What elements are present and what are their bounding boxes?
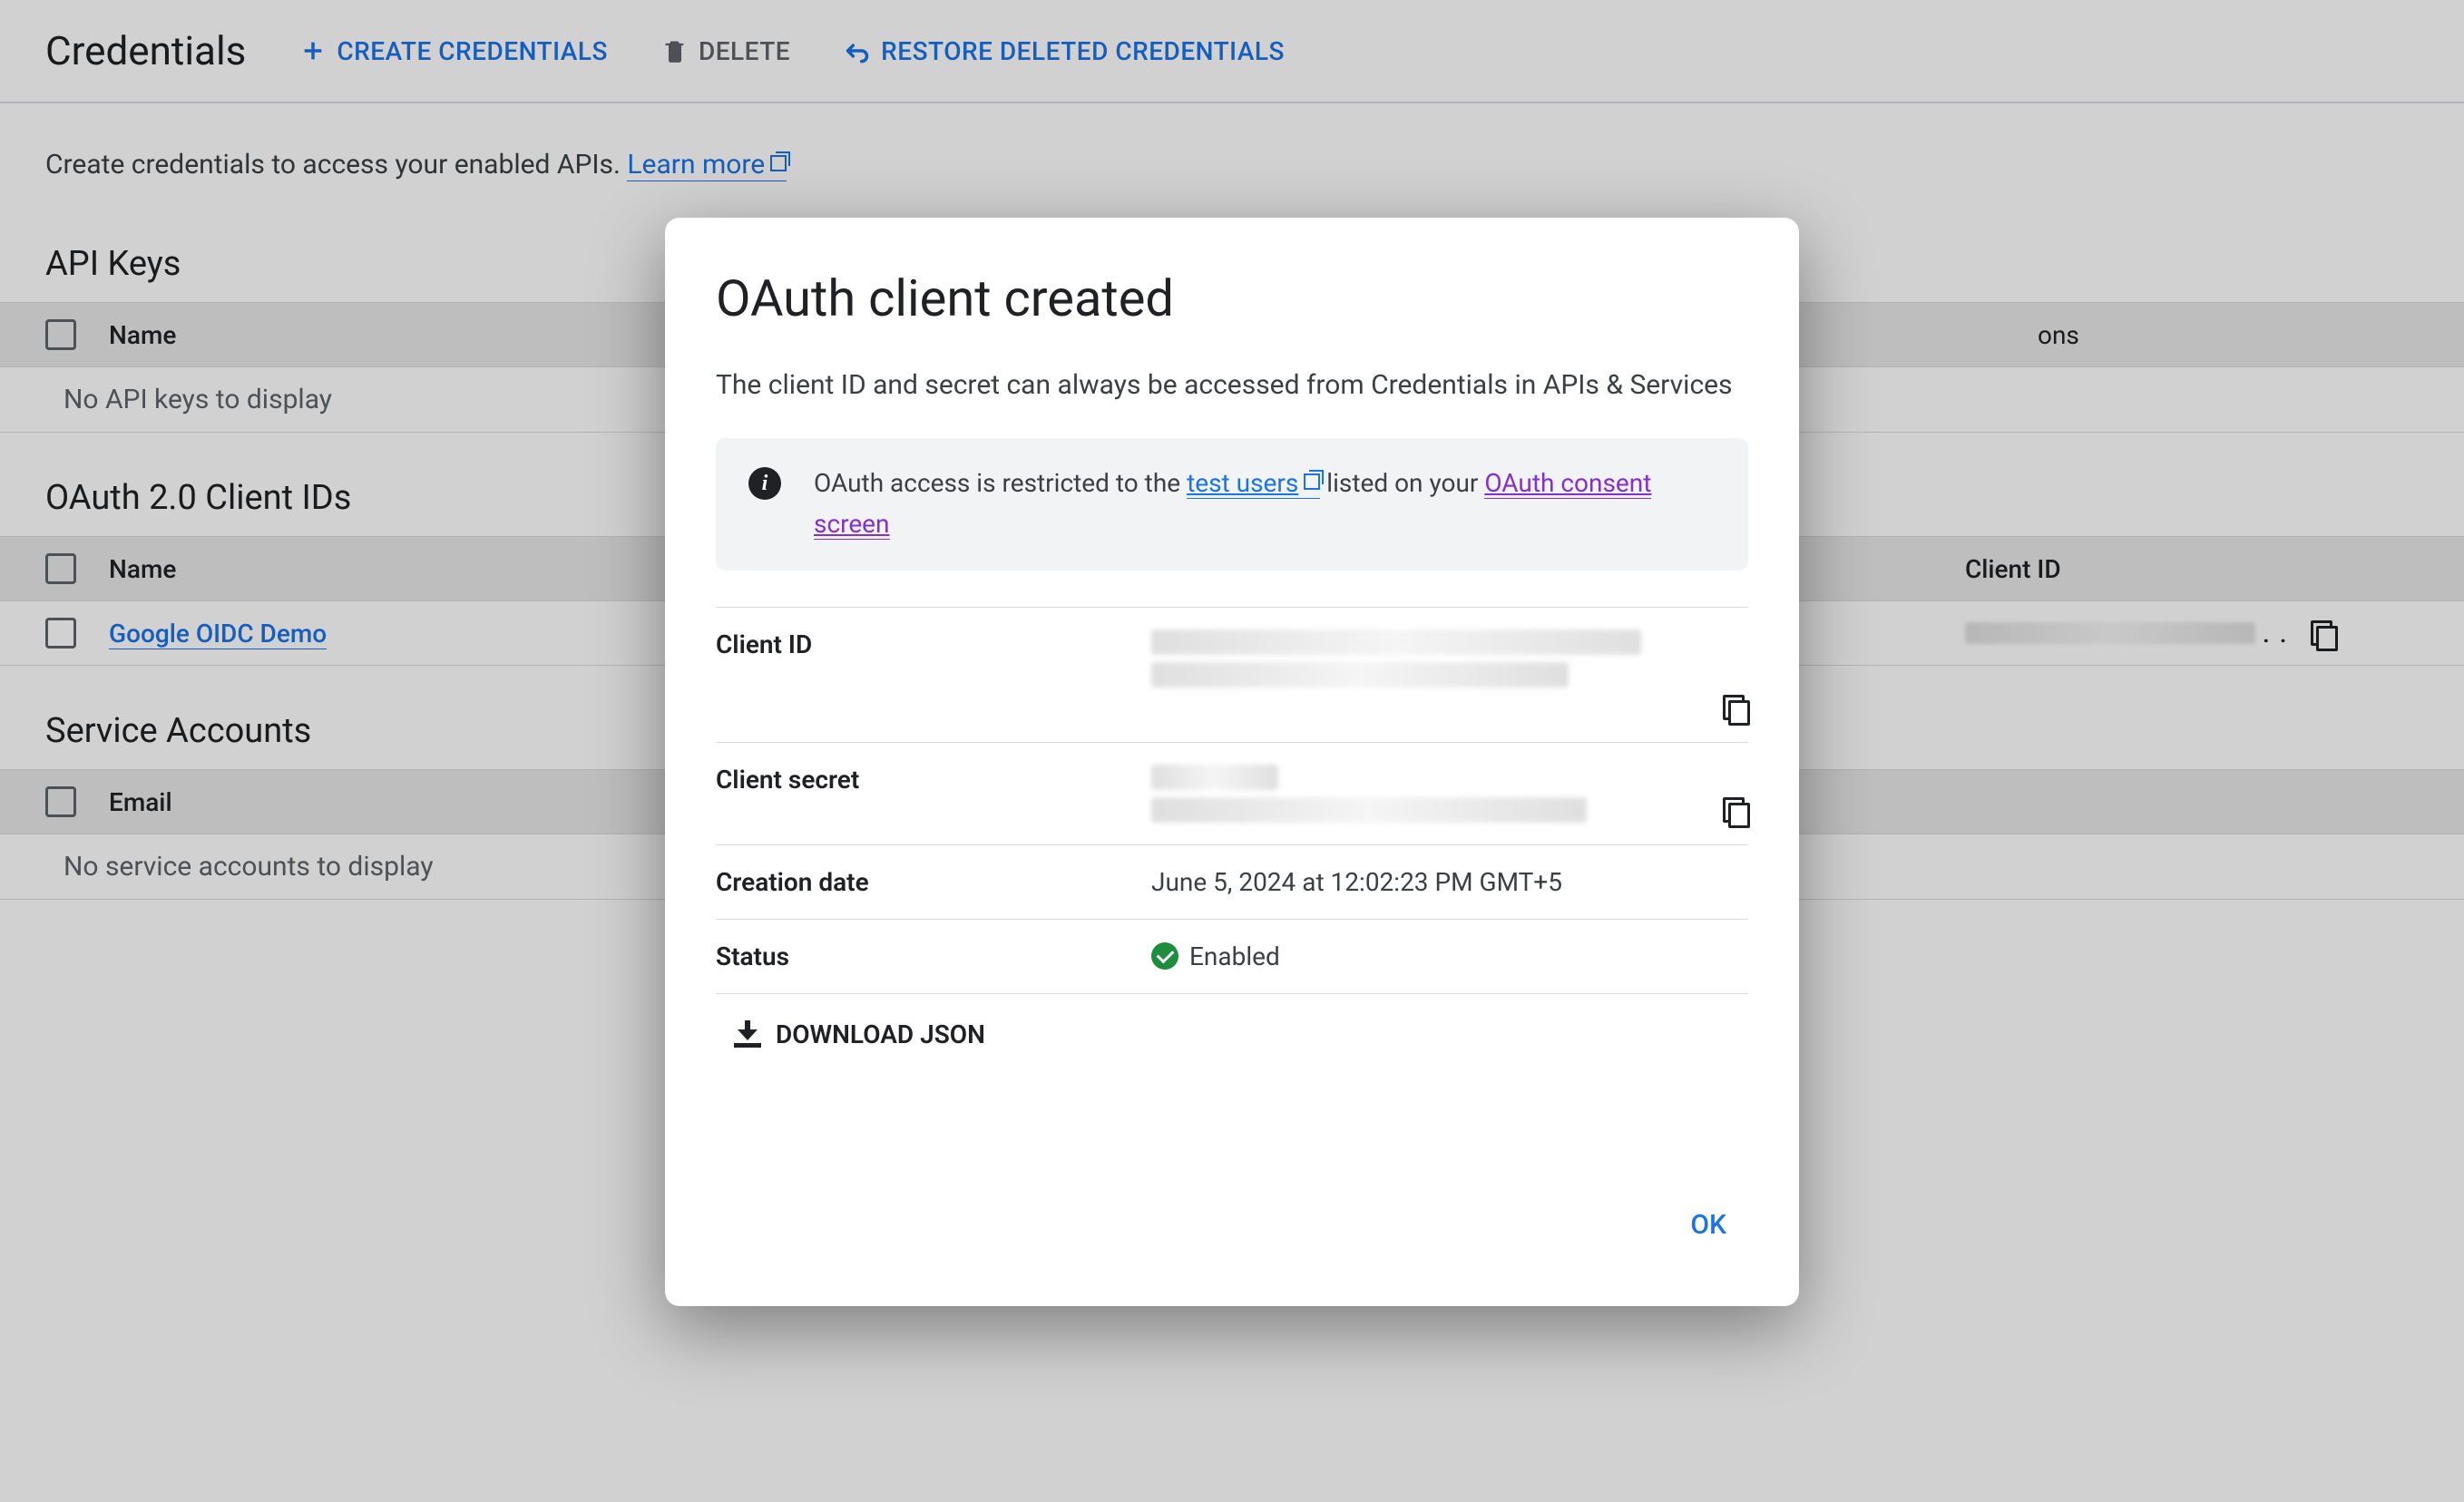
client-secret-row: Client secret [716, 742, 1748, 844]
client-secret-redacted [1151, 765, 1278, 790]
ok-button[interactable]: OK [1668, 1195, 1748, 1255]
test-users-link[interactable]: test users [1187, 468, 1320, 499]
client-id-redacted [1151, 629, 1641, 655]
download-json-button[interactable]: DOWNLOAD JSON [716, 993, 1748, 1049]
client-secret-redacted [1151, 797, 1587, 823]
status-value: Enabled [1189, 941, 1280, 971]
oauth-created-modal: OAuth client created The client ID and s… [665, 218, 1799, 1306]
info-icon: i [748, 467, 781, 500]
modal-title: OAuth client created [716, 268, 1748, 328]
check-circle-icon [1151, 942, 1178, 970]
modal-subtext: The client ID and secret can always be a… [716, 365, 1748, 405]
copy-icon[interactable] [1723, 695, 1748, 720]
external-link-icon [1304, 473, 1320, 490]
download-icon [734, 1020, 761, 1048]
client-id-row: Client ID [716, 607, 1748, 742]
info-box: i OAuth access is restricted to the test… [716, 438, 1748, 571]
creation-date-value: June 5, 2024 at 12:02:23 PM GMT+5 [1151, 867, 1748, 897]
creation-date-row: Creation date June 5, 2024 at 12:02:23 P… [716, 844, 1748, 919]
client-id-redacted [1151, 662, 1569, 688]
status-row: Status Enabled [716, 919, 1748, 993]
copy-icon[interactable] [1723, 797, 1748, 823]
